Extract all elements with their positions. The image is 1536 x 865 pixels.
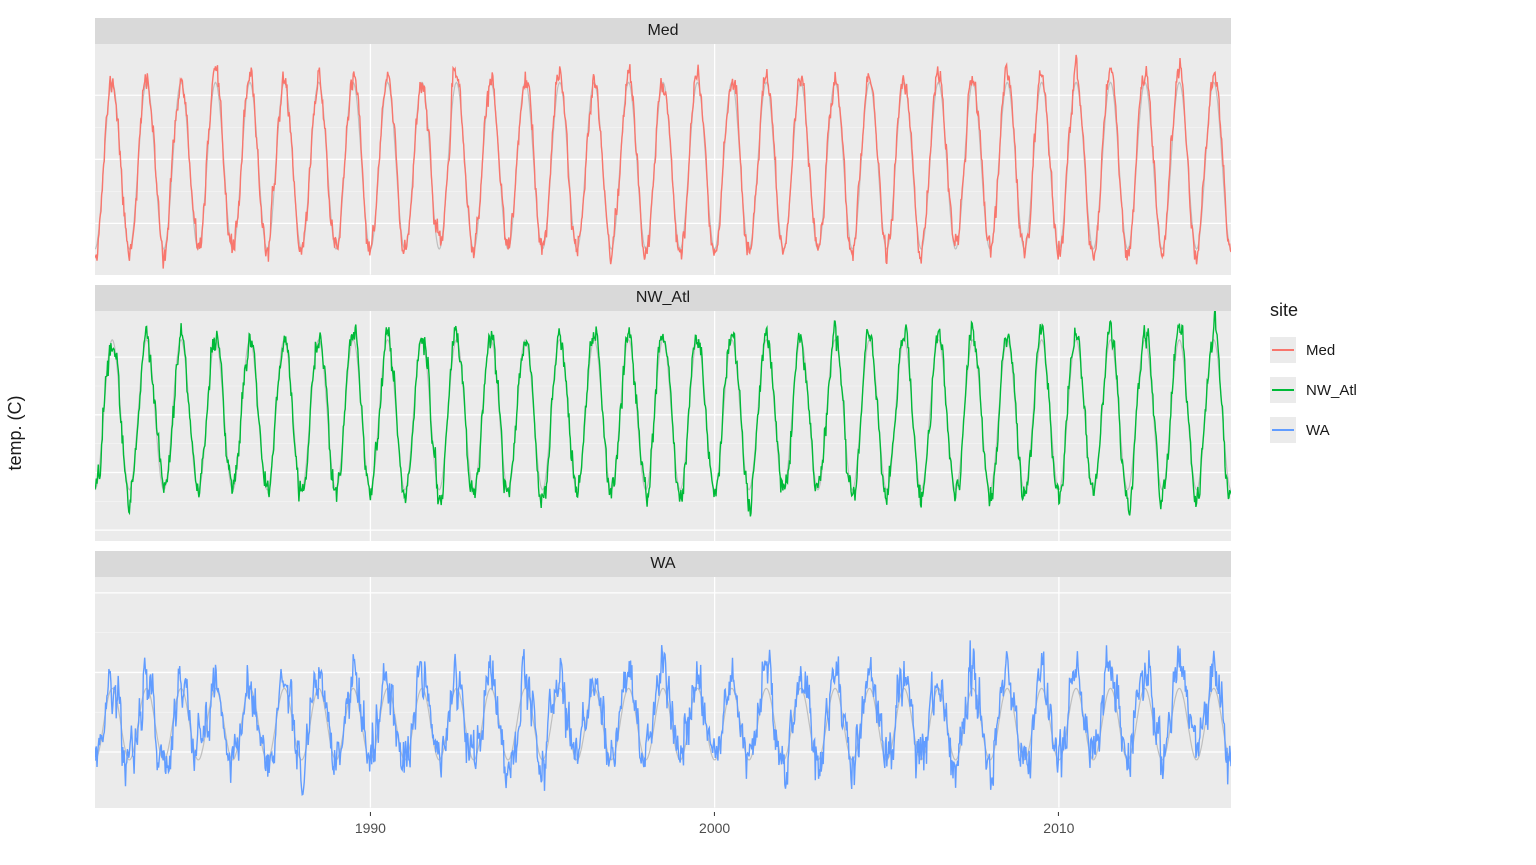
series-line <box>95 641 1231 795</box>
facet-strip-label: WA <box>650 555 675 573</box>
panel-med: Med 152025 <box>95 18 1231 275</box>
facet-strip: Med <box>95 18 1231 44</box>
plot-area: 152025 <box>95 44 1231 275</box>
legend-item: WA <box>1270 417 1470 443</box>
x-tick-label: 2010 <box>1043 812 1074 836</box>
panel-wa: WA 202530 <box>95 551 1231 808</box>
facet-strip: WA <box>95 551 1231 577</box>
legend-item-label: NW_Atl <box>1306 382 1357 399</box>
legend-item-label: WA <box>1306 422 1330 439</box>
legend-swatch-icon <box>1270 417 1296 443</box>
plot-area: 202530 <box>95 577 1231 808</box>
facet-chart: temp. (C) Med 152025 NW_Atl 051015 WA <box>0 0 1536 865</box>
legend-swatch-icon <box>1270 337 1296 363</box>
x-tick-label: 1990 <box>355 812 386 836</box>
legend: site Med NW_Atl WA <box>1270 300 1470 457</box>
legend-swatch-icon <box>1270 377 1296 403</box>
legend-item-label: Med <box>1306 342 1335 359</box>
plot-svg <box>95 311 1231 542</box>
facet-panels: Med 152025 NW_Atl 051015 WA 202530 <box>95 18 1231 808</box>
legend-item: Med <box>1270 337 1470 363</box>
facet-strip-label: Med <box>647 22 678 40</box>
facet-strip: NW_Atl <box>95 285 1231 311</box>
x-axis: 1990 2000 2010 <box>95 812 1231 852</box>
plot-area: 051015 <box>95 311 1231 542</box>
plot-svg <box>95 577 1231 808</box>
legend-item: NW_Atl <box>1270 377 1470 403</box>
x-tick-label: 2000 <box>699 812 730 836</box>
y-axis-label: temp. (C) <box>5 395 26 470</box>
plot-svg <box>95 44 1231 275</box>
facet-strip-label: NW_Atl <box>636 289 690 307</box>
panel-nw_atl: NW_Atl 051015 <box>95 285 1231 542</box>
legend-title: site <box>1270 300 1470 321</box>
series-line <box>95 55 1231 269</box>
